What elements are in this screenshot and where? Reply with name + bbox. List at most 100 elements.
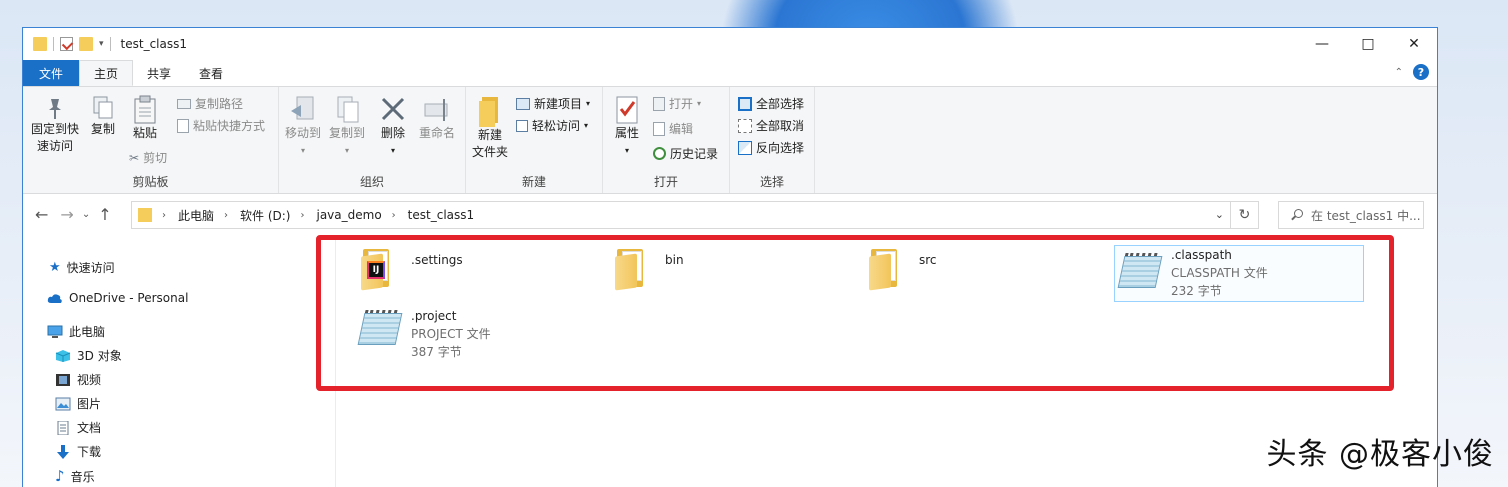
file-item[interactable]: bin <box>613 247 853 291</box>
copy-path-icon <box>177 98 191 109</box>
intellij-folder-icon: IJ <box>359 247 393 291</box>
address-bar[interactable]: › 此电脑 › 软件 (D:) › java_demo › test_class… <box>131 201 1259 229</box>
window-title: test_class1 <box>120 37 187 51</box>
refresh-icon[interactable]: ↻ <box>1230 202 1258 228</box>
file-item[interactable]: src <box>867 247 1107 291</box>
easy-access-button[interactable]: 轻松访问 ▾ <box>516 117 588 134</box>
copy-button[interactable]: 复制 <box>87 95 119 138</box>
search-box[interactable]: 在 test_class1 中... <box>1278 201 1424 229</box>
navigation-pane: ★ 快速访问 OneDrive - Personal 此电脑 3D 对象 视频 <box>23 235 336 487</box>
nav-item-documents[interactable]: 文档 <box>55 419 101 436</box>
copy-to-icon <box>337 96 359 123</box>
new-folder-button[interactable]: 新建 文件夹 <box>470 95 510 161</box>
nav-item-videos[interactable]: 视频 <box>55 371 101 388</box>
help-icon[interactable]: ? <box>1413 64 1429 80</box>
back-arrow-icon[interactable]: ← <box>35 205 48 224</box>
ribbon-tab-tools: ⌃ ? <box>1395 64 1429 80</box>
pin-label-1: 固定到快 <box>30 122 79 136</box>
rename-button[interactable]: 重命名 <box>415 95 459 142</box>
close-button[interactable]: ✕ <box>1391 28 1437 60</box>
pin-icon <box>49 99 61 119</box>
nav-label: 下载 <box>77 445 102 459</box>
copy-path-button[interactable]: 复制路径 <box>177 95 243 112</box>
new-folder-icon[interactable] <box>79 37 93 51</box>
cut-button[interactable]: ✂ 剪切 <box>129 149 167 166</box>
folder-icon <box>613 247 647 291</box>
invert-selection-label: 反向选择 <box>756 141 805 155</box>
move-to-button[interactable]: 移动到 ▾ <box>283 95 323 159</box>
scissors-icon: ✂ <box>129 150 140 165</box>
tab-view[interactable]: 查看 <box>185 60 237 86</box>
copy-to-label: 复制到 <box>328 126 365 140</box>
edit-button[interactable]: 编辑 <box>653 120 693 137</box>
group-label-clipboard: 剪贴板 <box>132 175 169 189</box>
tab-file[interactable]: 文件 <box>23 60 79 86</box>
group-label-select: 选择 <box>759 175 784 189</box>
document-icon <box>57 420 69 435</box>
chevron-right-icon[interactable]: › <box>392 210 396 221</box>
pin-quick-access-button[interactable]: 固定到快 速访问 <box>29 95 81 155</box>
nav-label: 视频 <box>77 373 102 387</box>
copy-to-button[interactable]: 复制到 ▾ <box>327 95 367 159</box>
paste-shortcut-label: 粘贴快捷方式 <box>193 119 266 133</box>
chevron-right-icon[interactable]: › <box>224 210 228 221</box>
nav-item-downloads[interactable]: 下载 <box>55 443 101 460</box>
edit-icon <box>653 121 665 136</box>
nav-label: 音乐 <box>70 469 95 484</box>
content-area: ★ 快速访问 OneDrive - Personal 此电脑 3D 对象 视频 <box>23 235 1437 487</box>
nav-item-onedrive[interactable]: OneDrive - Personal <box>47 291 188 305</box>
paste-button[interactable]: 粘贴 <box>127 95 163 142</box>
breadcrumb-test-class1[interactable]: test_class1 <box>408 208 474 222</box>
nav-item-this-pc[interactable]: 此电脑 <box>47 323 105 340</box>
collapse-ribbon-icon[interactable]: ⌃ <box>1395 67 1403 78</box>
nav-label: 3D 对象 <box>77 349 122 363</box>
group-select: 全部选择 全部取消 反向选择 选择 <box>730 87 815 193</box>
breadcrumb-java-demo[interactable]: java_demo <box>316 208 381 222</box>
group-label-new: 新建 <box>521 175 546 189</box>
minimize-button[interactable]: — <box>1299 28 1345 60</box>
maximize-button[interactable]: □ <box>1345 28 1391 60</box>
delete-button[interactable]: 删除 ▾ <box>377 95 409 159</box>
chevron-down-icon[interactable]: ⌄ <box>1215 208 1224 221</box>
group-label-open: 打开 <box>653 175 678 189</box>
rename-label: 重命名 <box>418 126 455 140</box>
paste-shortcut-button[interactable]: 粘贴快捷方式 <box>177 117 265 134</box>
tab-share[interactable]: 共享 <box>133 60 185 86</box>
file-item[interactable]: IJ .settings <box>359 247 599 291</box>
tab-home[interactable]: 主页 <box>79 60 134 86</box>
properties-check-icon[interactable] <box>60 37 73 51</box>
file-name: .project <box>411 309 457 323</box>
history-button[interactable]: 历史记录 <box>653 145 718 162</box>
group-organize: 移动到 ▾ 复制到 ▾ 删除 ▾ 重命名 组织 <box>279 87 466 193</box>
nav-item-music[interactable]: ♪ 音乐 <box>55 467 95 485</box>
title-bar: ▾ test_class1 — □ ✕ <box>23 28 1437 60</box>
forward-arrow-icon[interactable]: → <box>60 205 73 224</box>
chevron-right-icon[interactable]: › <box>300 210 304 221</box>
file-item[interactable]: .classpath CLASSPATH 文件 232 字节 <box>1114 245 1364 302</box>
select-none-button[interactable]: 全部取消 <box>738 117 804 134</box>
open-button[interactable]: 打开 ▾ <box>653 95 701 112</box>
properties-button[interactable]: 属性 ▾ <box>609 95 645 159</box>
new-item-button[interactable]: 新建项目 ▾ <box>516 95 590 112</box>
breadcrumb-drive[interactable]: 软件 (D:) <box>240 207 290 224</box>
nav-item-3d-objects[interactable]: 3D 对象 <box>55 347 122 364</box>
invert-selection-icon <box>738 140 752 155</box>
nav-item-pictures[interactable]: 图片 <box>55 395 101 412</box>
select-all-icon <box>738 96 752 111</box>
up-arrow-icon[interactable]: ↑ <box>98 205 111 224</box>
star-icon: ★ <box>49 260 61 275</box>
nav-item-quick-access[interactable]: ★ 快速访问 <box>49 259 115 276</box>
invert-selection-button[interactable]: 反向选择 <box>738 139 804 156</box>
file-name: .classpath <box>1171 248 1232 262</box>
select-all-button[interactable]: 全部选择 <box>738 95 804 112</box>
chevron-down-icon[interactable]: ▾ <box>99 39 104 49</box>
copy-label: 复制 <box>90 122 115 136</box>
breadcrumb-this-pc[interactable]: 此电脑 <box>178 207 214 224</box>
chevron-down-icon: ▾ <box>300 146 305 155</box>
recent-locations-chevron-icon[interactable]: ⌄ <box>82 209 90 220</box>
file-item[interactable]: .project PROJECT 文件 387 字节 <box>357 307 607 361</box>
folder-icon <box>867 247 901 291</box>
file-type: PROJECT 文件 <box>411 327 491 341</box>
move-to-icon <box>291 96 314 120</box>
group-open: 属性 ▾ 打开 ▾ 编辑 历史记录 打开 <box>603 87 730 193</box>
